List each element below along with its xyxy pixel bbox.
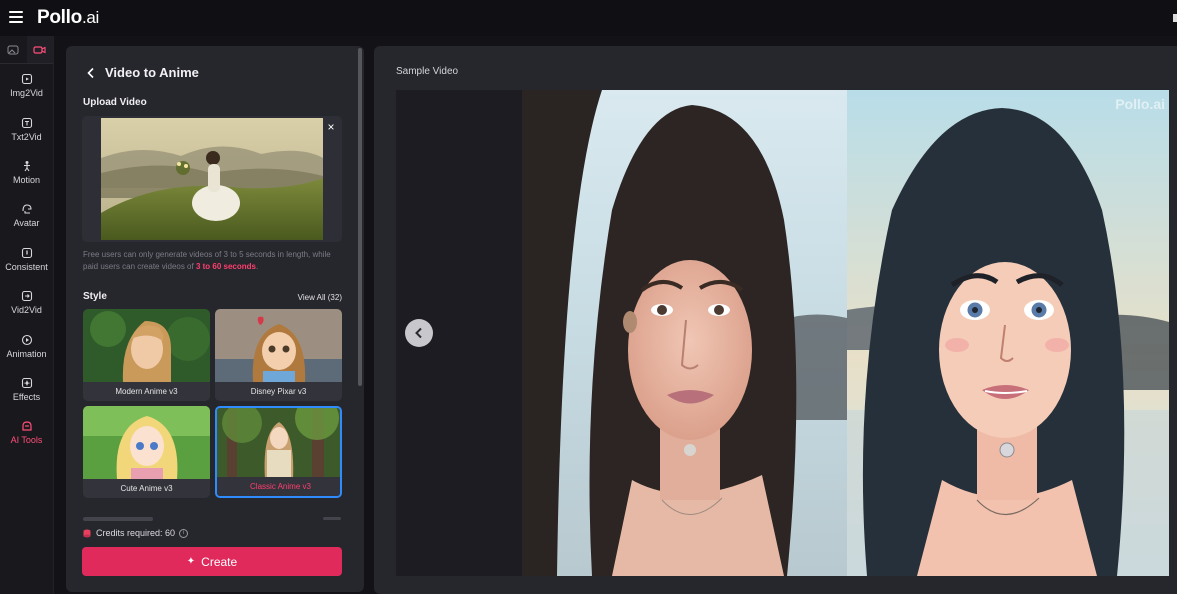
previous-button[interactable] [405, 319, 433, 347]
style-card-cute-anime[interactable]: Cute Anime v3 [83, 406, 210, 498]
panel-title: Video to Anime [105, 65, 199, 80]
sidebar-item-effects[interactable]: Effects [0, 368, 53, 411]
close-icon[interactable]: × [325, 121, 337, 133]
panel-scrollbar[interactable] [358, 48, 362, 386]
anime-video-frame: Pollo.ai [847, 90, 1169, 576]
style-card-classic-anime[interactable]: Classic Anime v3 [215, 406, 342, 498]
sparkle-icon: ✦ [186, 556, 196, 567]
avatar-icon [21, 204, 32, 214]
info-icon[interactable]: i [179, 528, 189, 538]
logo[interactable]: Pollo.ai [37, 7, 99, 29]
sidebar-item-label: Avatar [13, 218, 40, 229]
text-to-video-icon [21, 117, 32, 128]
style-preview-image [217, 408, 340, 481]
animation-icon [21, 334, 32, 345]
view-all-link[interactable]: View All (32) [298, 293, 342, 302]
back-arrow-icon[interactable] [86, 67, 96, 79]
length-notice: Free users can only generate videos of 3… [83, 250, 331, 271]
sidebar-item-label: AI Tools [10, 435, 43, 446]
video-mode-tab[interactable] [26, 36, 53, 63]
style-name: Classic Anime v3 [217, 477, 340, 496]
sidebar-item-label: Motion [12, 174, 40, 185]
motion-icon [23, 160, 30, 172]
sidebar-item-label: Animation [6, 348, 47, 359]
sidebar-item-img2vid[interactable]: Img2Vid [0, 64, 53, 107]
style-preview-image [215, 309, 342, 382]
sidebar-item-txt2vid[interactable]: Txt2Vid [0, 107, 53, 150]
tool-panel: Video to Anime Upload Video × Free users… [66, 46, 364, 592]
sample-video-panel: Sample Video Pollo.ai [374, 46, 1177, 594]
menu-icon[interactable] [9, 11, 23, 23]
upload-video-label: Upload Video [83, 97, 147, 108]
sidebar-item-label: Vid2Vid [11, 305, 42, 316]
sidebar-item-animation[interactable]: Animation [0, 324, 53, 367]
video-to-video-icon [21, 291, 32, 302]
sidebar-item-label: Img2Vid [10, 88, 43, 99]
sidebar-nav: Img2Vid Txt2Vid Motion Avatar Consistent Vid2… [0, 36, 54, 594]
sidebar-item-vid2vid[interactable]: Vid2Vid [0, 281, 53, 324]
style-card-disney-pixar[interactable]: Disney Pixar v3 [215, 309, 342, 401]
credits-coin-icon [83, 529, 91, 537]
sample-video-player[interactable]: Pollo.ai [396, 90, 1169, 576]
image-icon [7, 45, 19, 54]
top-bar: Pollo.ai [0, 0, 1177, 36]
overflow-icon[interactable] [1173, 14, 1177, 22]
sidebar-item-label: Effects [12, 391, 41, 402]
style-preview-image [83, 309, 210, 382]
create-button[interactable]: ✦ Create [82, 547, 342, 576]
pollo-watermark: Pollo.ai [1115, 96, 1165, 112]
consistent-icon [21, 247, 32, 258]
sidebar-item-label: Consistent [5, 261, 48, 272]
original-video-frame [522, 90, 847, 576]
style-preview-image [83, 406, 210, 479]
video-camera-icon [33, 45, 46, 54]
style-name: Modern Anime v3 [83, 382, 210, 401]
effects-icon [21, 377, 32, 388]
style-card-modern-anime[interactable]: Modern Anime v3 [83, 309, 210, 401]
ai-tools-icon [21, 421, 32, 431]
image-mode-tab[interactable] [0, 36, 27, 63]
upload-video-dropzone[interactable]: × [82, 116, 342, 242]
credits-required: Credits required: 60 i [83, 528, 189, 538]
collapsed-option-row [83, 517, 341, 521]
uploaded-video-thumbnail [101, 118, 323, 240]
chevron-left-icon [415, 327, 422, 339]
sidebar-item-consistent[interactable]: Consistent [0, 238, 53, 281]
image-to-video-icon [21, 74, 32, 85]
style-name: Disney Pixar v3 [215, 382, 342, 401]
style-name: Cute Anime v3 [83, 479, 210, 498]
sample-video-label: Sample Video [396, 66, 459, 77]
style-label: Style [83, 291, 107, 302]
sidebar-item-label: Txt2Vid [11, 131, 42, 142]
sidebar-item-avatar[interactable]: Avatar [0, 194, 53, 237]
sidebar-item-ai-tools[interactable]: AI Tools [0, 411, 53, 454]
sidebar-item-motion[interactable]: Motion [0, 151, 53, 194]
